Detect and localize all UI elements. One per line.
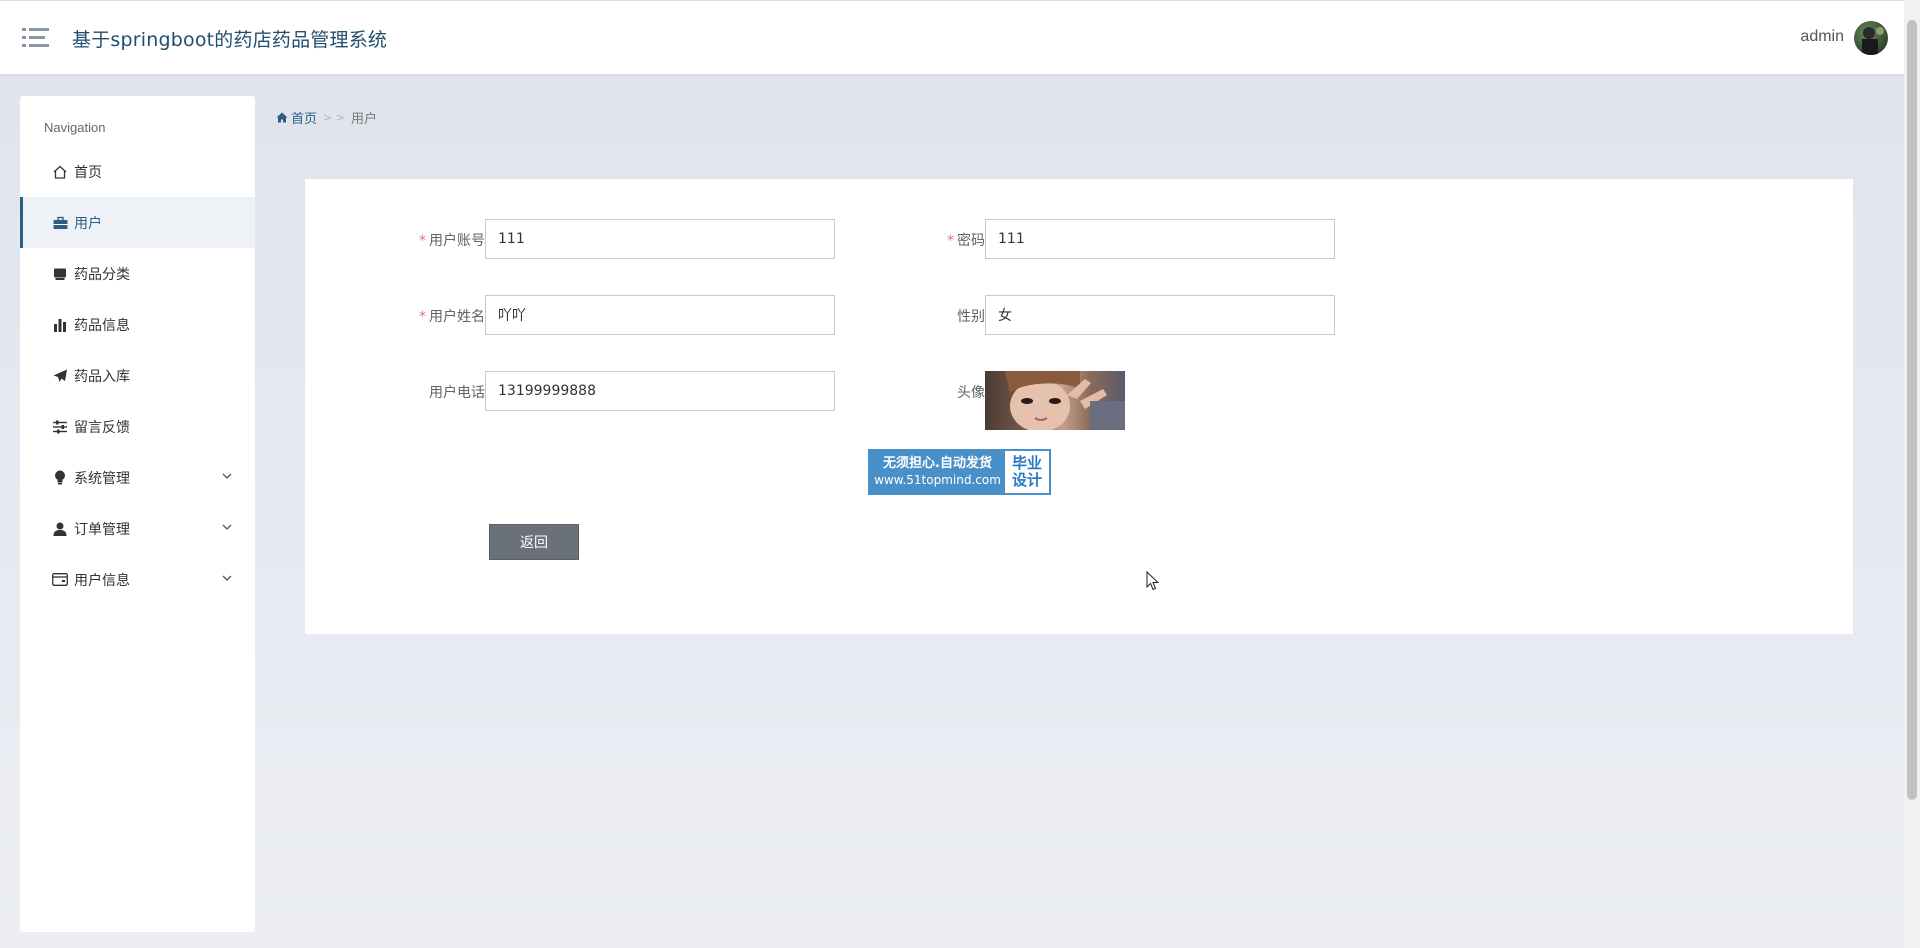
phone-label: 用户电话 [429,385,485,401]
sidebar-item-label: 用户信息 [74,572,130,589]
password-label: * 密码 [947,233,985,249]
password-input[interactable] [985,219,1335,259]
watermark-url: www.51topmind.com [874,473,1001,487]
breadcrumb-current: 用户 [350,112,377,127]
sidebar-item-users[interactable]: 用户 [20,197,255,248]
sliders-icon [52,419,68,435]
breadcrumb-separator: > > [323,111,345,124]
sidebar-item-label: 用户 [74,215,102,232]
watermark-right1: 毕业 [1011,454,1042,472]
sidebar-item-feedback[interactable]: 留言反馈 [20,401,255,452]
page-scrollbar[interactable] [1904,0,1920,948]
name-label: * 用户姓名 [419,309,485,325]
account-input[interactable] [485,219,835,259]
required-mark: * [419,309,426,325]
watermark-line1: 无须担心.自动发货 [883,456,992,471]
watermark-logo: 无须担心.自动发货 www.51topmind.com 毕业 设计 [868,449,1051,495]
required-mark: * [419,233,426,249]
chevron-down-icon [221,470,233,482]
sidebar-item-order-management[interactable]: 订单管理 [20,503,255,554]
sidebar-item-label: 留言反馈 [74,419,130,436]
app-title: 基于springboot的药店药品管理系统 [72,29,388,51]
name-input[interactable] [485,295,835,335]
sidebar-item-drug-category[interactable]: 药品分类 [20,248,255,299]
top-header: 基于springboot的药店药品管理系统 admin [0,0,1904,74]
sidebar-item-drug-stock-in[interactable]: 药品入库 [20,350,255,401]
sidebar-item-label: 系统管理 [74,470,130,487]
gender-label: 性别 [957,309,985,325]
home-icon [276,112,288,123]
phone-input[interactable] [485,371,835,411]
chevron-down-icon [221,572,233,584]
sidebar-item-system-management[interactable]: 系统管理 [20,452,255,503]
sidebar-item-label: 药品入库 [74,368,130,385]
avatar-label: 头像 [957,385,985,401]
sidebar-item-label: 订单管理 [74,521,130,538]
card-icon [52,572,68,588]
bulb-icon [52,470,68,486]
breadcrumb-home[interactable]: 首页 [276,108,317,127]
inbox-icon [52,266,68,282]
sidebar-item-label: 首页 [74,164,102,181]
menu-toggle-icon[interactable] [22,25,50,51]
user-avatar[interactable] [1854,21,1888,55]
nav-heading: Navigation [44,120,106,135]
avatar-image [985,371,1125,430]
mouse-cursor-icon [1146,570,1160,591]
required-mark: * [947,233,954,249]
chevron-down-icon [221,521,233,533]
home-icon [52,164,68,180]
bar-chart-icon [52,317,68,333]
sidebar-item-home[interactable]: 首页 [20,146,255,197]
sidebar-item-user-info[interactable]: 用户信息 [20,554,255,605]
breadcrumb: 首页 > > 用户 [276,108,377,127]
breadcrumb-home-label: 首页 [291,112,318,127]
user-icon [52,521,68,537]
sidebar-item-drug-info[interactable]: 药品信息 [20,299,255,350]
sidebar: Navigation 首页 用户 药品分类 药品信息 药品入库 留言反馈 系统管… [20,96,255,932]
scrollbar-thumb[interactable] [1907,20,1917,800]
account-label: * 用户账号 [419,233,485,249]
back-button[interactable]: 返回 [489,524,579,560]
send-icon [52,368,68,384]
user-detail-form: *用户账号 *密码 *用户姓名 性别 用户电话 头像 无须担心.自动发货 www… [305,179,1853,634]
watermark-right2: 设计 [1011,471,1042,489]
gender-input[interactable] [985,295,1335,335]
nav-list: 首页 用户 药品分类 药品信息 药品入库 留言反馈 系统管理 订单管理 用户信息 [20,146,255,605]
user-name[interactable]: admin [1800,28,1844,46]
briefcase-icon [52,215,68,231]
sidebar-item-label: 药品分类 [74,266,130,283]
sidebar-item-label: 药品信息 [74,317,130,334]
